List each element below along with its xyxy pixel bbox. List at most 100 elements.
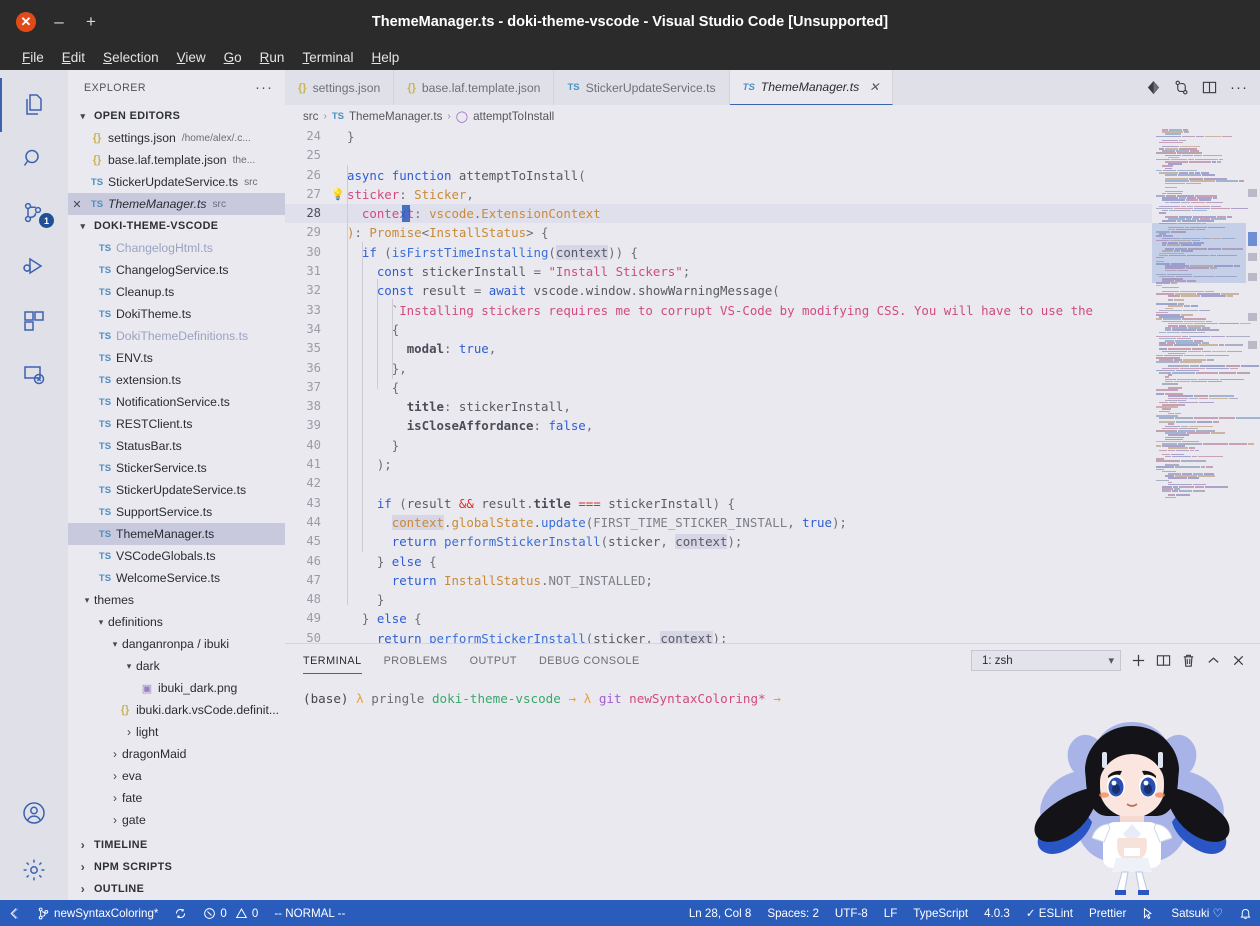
status-eol[interactable]: LF: [876, 900, 906, 926]
close-icon[interactable]: ✕: [869, 80, 879, 94]
code-line[interactable]: 36 },: [285, 359, 1152, 378]
code-line[interactable]: 29): Promise<InstallStatus> {: [285, 223, 1152, 242]
file-tree-item[interactable]: TS RESTClient.ts: [68, 413, 285, 435]
editor-tab[interactable]: {} settings.json: [285, 70, 395, 105]
status-eslint[interactable]: ✓ ESLint: [1018, 900, 1081, 926]
file-tree-item[interactable]: ▣ ibuki_dark.png: [68, 677, 285, 699]
panel-tab-debug-console[interactable]: DEBUG CONSOLE: [539, 644, 640, 677]
terminal-output[interactable]: (base) λ pringle doki-theme-vscode → λ g…: [285, 677, 1260, 900]
folder-tree-item[interactable]: ▾ danganronpa / ibuki: [68, 633, 285, 655]
status-git-branch[interactable]: newSyntaxColoring*: [29, 900, 166, 926]
kill-terminal-icon[interactable]: [1181, 653, 1196, 668]
file-tree-item[interactable]: TS NotificationService.ts: [68, 391, 285, 413]
more-actions-icon[interactable]: ···: [1230, 79, 1248, 96]
file-tree-item[interactable]: TS ThemeManager.ts: [68, 523, 285, 545]
status-encoding[interactable]: UTF-8: [827, 900, 876, 926]
editor-tab[interactable]: TS ThemeManager.ts ✕: [729, 70, 894, 105]
code-line[interactable]: 27 💡 sticker: Sticker,: [285, 185, 1152, 204]
section-outline[interactable]: › OUTLINE: [68, 878, 285, 900]
status-prettier[interactable]: Prettier: [1081, 900, 1134, 926]
status-remote-indicator[interactable]: [0, 900, 29, 926]
close-window-button[interactable]: ✕: [16, 12, 36, 32]
status-screencast[interactable]: [1134, 900, 1163, 926]
menu-selection[interactable]: Selection: [95, 48, 167, 67]
status-indentation[interactable]: Spaces: 2: [759, 900, 827, 926]
code-line[interactable]: 47 return InstallStatus.NOT_INSTALLED;: [285, 571, 1152, 590]
close-panel-icon[interactable]: [1231, 653, 1246, 668]
code-line[interactable]: 30 if (isFirstTimeInstalling(context)) {: [285, 243, 1152, 262]
code-line[interactable]: 48 }: [285, 590, 1152, 609]
lightbulb-icon[interactable]: 💡: [331, 185, 345, 204]
panel-tab-problems[interactable]: PROBLEMS: [384, 644, 448, 677]
minimize-window-button[interactable]: –: [50, 13, 68, 30]
minimap-slider[interactable]: [1152, 223, 1246, 283]
breadcrumb-symbol[interactable]: attemptToInstall: [473, 110, 554, 123]
activity-search[interactable]: [0, 132, 68, 186]
code-line[interactable]: 50 return performStickerInstall(sticker,…: [285, 629, 1152, 643]
activity-remote-explorer[interactable]: [0, 348, 68, 402]
folder-tree-item[interactable]: ▾ dark: [68, 655, 285, 677]
folder-tree-item[interactable]: › dragonMaid: [68, 743, 285, 765]
file-tree-item[interactable]: {} ibuki.dark.vsCode.definit...: [68, 699, 285, 721]
breadcrumb-file[interactable]: ThemeManager.ts: [349, 110, 442, 123]
code-line[interactable]: 40 }: [285, 436, 1152, 455]
folder-tree-item[interactable]: ▾ themes: [68, 589, 285, 611]
file-tree-item[interactable]: TS Cleanup.ts: [68, 281, 285, 303]
code-line[interactable]: 32 const result = await vscode.window.sh…: [285, 281, 1152, 300]
menu-view[interactable]: View: [169, 48, 214, 67]
code-line[interactable]: 33 `Installing stickers requires me to c…: [285, 301, 1152, 320]
code-line[interactable]: 41 );: [285, 455, 1152, 474]
menu-edit[interactable]: Edit: [54, 48, 93, 67]
section-npm-scripts[interactable]: › NPM SCRIPTS: [68, 856, 285, 878]
activity-source-control[interactable]: 1: [0, 186, 68, 240]
code-line[interactable]: 42: [285, 474, 1152, 493]
code-line[interactable]: 37 {: [285, 378, 1152, 397]
menu-run[interactable]: Run: [252, 48, 293, 67]
code-line[interactable]: 45 return performStickerInstall(sticker,…: [285, 532, 1152, 551]
split-terminal-icon[interactable]: [1156, 653, 1171, 668]
split-git-icon[interactable]: [1146, 80, 1161, 95]
sidebar-more-actions-icon[interactable]: ···: [255, 79, 273, 96]
folder-tree-item[interactable]: › gate: [68, 809, 285, 831]
code-line[interactable]: 46 } else {: [285, 552, 1152, 571]
panel-tab-output[interactable]: OUTPUT: [470, 644, 517, 677]
code-line[interactable]: 43 if (result && result.title === sticke…: [285, 494, 1152, 513]
code-editor[interactable]: 24} 25 26 async function attemptToInstall(2…: [285, 127, 1152, 643]
close-icon[interactable]: ✕: [68, 198, 86, 211]
menu-go[interactable]: Go: [216, 48, 250, 67]
section-project[interactable]: ▾ DOKI-THEME-VSCODE: [68, 215, 285, 237]
minimap[interactable]: [1152, 127, 1260, 643]
minimap-overview-ruler[interactable]: [1246, 127, 1260, 643]
fork-icon[interactable]: [1174, 80, 1189, 95]
split-editor-icon[interactable]: [1202, 80, 1217, 95]
open-editor-item[interactable]: ✕ TS ThemeManager.ts src: [68, 193, 285, 215]
file-tree-item[interactable]: TS ChangelogHtml.ts: [68, 237, 285, 259]
editor-tab[interactable]: TS StickerUpdateService.ts: [554, 70, 730, 105]
status-sync-changes[interactable]: [166, 900, 195, 926]
code-line[interactable]: 34 {: [285, 320, 1152, 339]
activity-accounts[interactable]: [0, 786, 68, 840]
file-tree-item[interactable]: TS ChangelogService.ts: [68, 259, 285, 281]
maximize-panel-icon[interactable]: [1206, 653, 1221, 668]
code-line[interactable]: 24}: [285, 127, 1152, 146]
folder-tree-item[interactable]: › fate: [68, 787, 285, 809]
code-line[interactable]: 39 isCloseAffordance: false,: [285, 416, 1152, 435]
section-open-editors[interactable]: ▾ OPEN EDITORS: [68, 105, 285, 127]
activity-run-debug[interactable]: [0, 240, 68, 294]
menu-terminal[interactable]: Terminal: [294, 48, 361, 67]
maximize-window-button[interactable]: +: [82, 13, 100, 30]
code-line[interactable]: 26 async function attemptToInstall(: [285, 166, 1152, 185]
activity-extensions[interactable]: [0, 294, 68, 348]
folder-tree-item[interactable]: ▾ definitions: [68, 611, 285, 633]
breadcrumb-src[interactable]: src: [303, 110, 318, 123]
panel-tab-terminal[interactable]: TERMINAL: [303, 644, 362, 677]
file-tree-item[interactable]: TS SupportService.ts: [68, 501, 285, 523]
code-line[interactable]: 44 context.globalState.update(FIRST_TIME…: [285, 513, 1152, 532]
new-terminal-icon[interactable]: [1131, 653, 1146, 668]
code-line[interactable]: 28 context: vscode.ExtensionContext: [285, 204, 1152, 224]
file-tree-item[interactable]: TS WelcomeService.ts: [68, 567, 285, 589]
open-editor-item[interactable]: TS StickerUpdateService.ts src: [68, 171, 285, 193]
code-line[interactable]: 31 const stickerInstall = "Install Stick…: [285, 262, 1152, 281]
file-tree-item[interactable]: TS DokiTheme.ts: [68, 303, 285, 325]
menu-file[interactable]: File: [14, 48, 52, 67]
